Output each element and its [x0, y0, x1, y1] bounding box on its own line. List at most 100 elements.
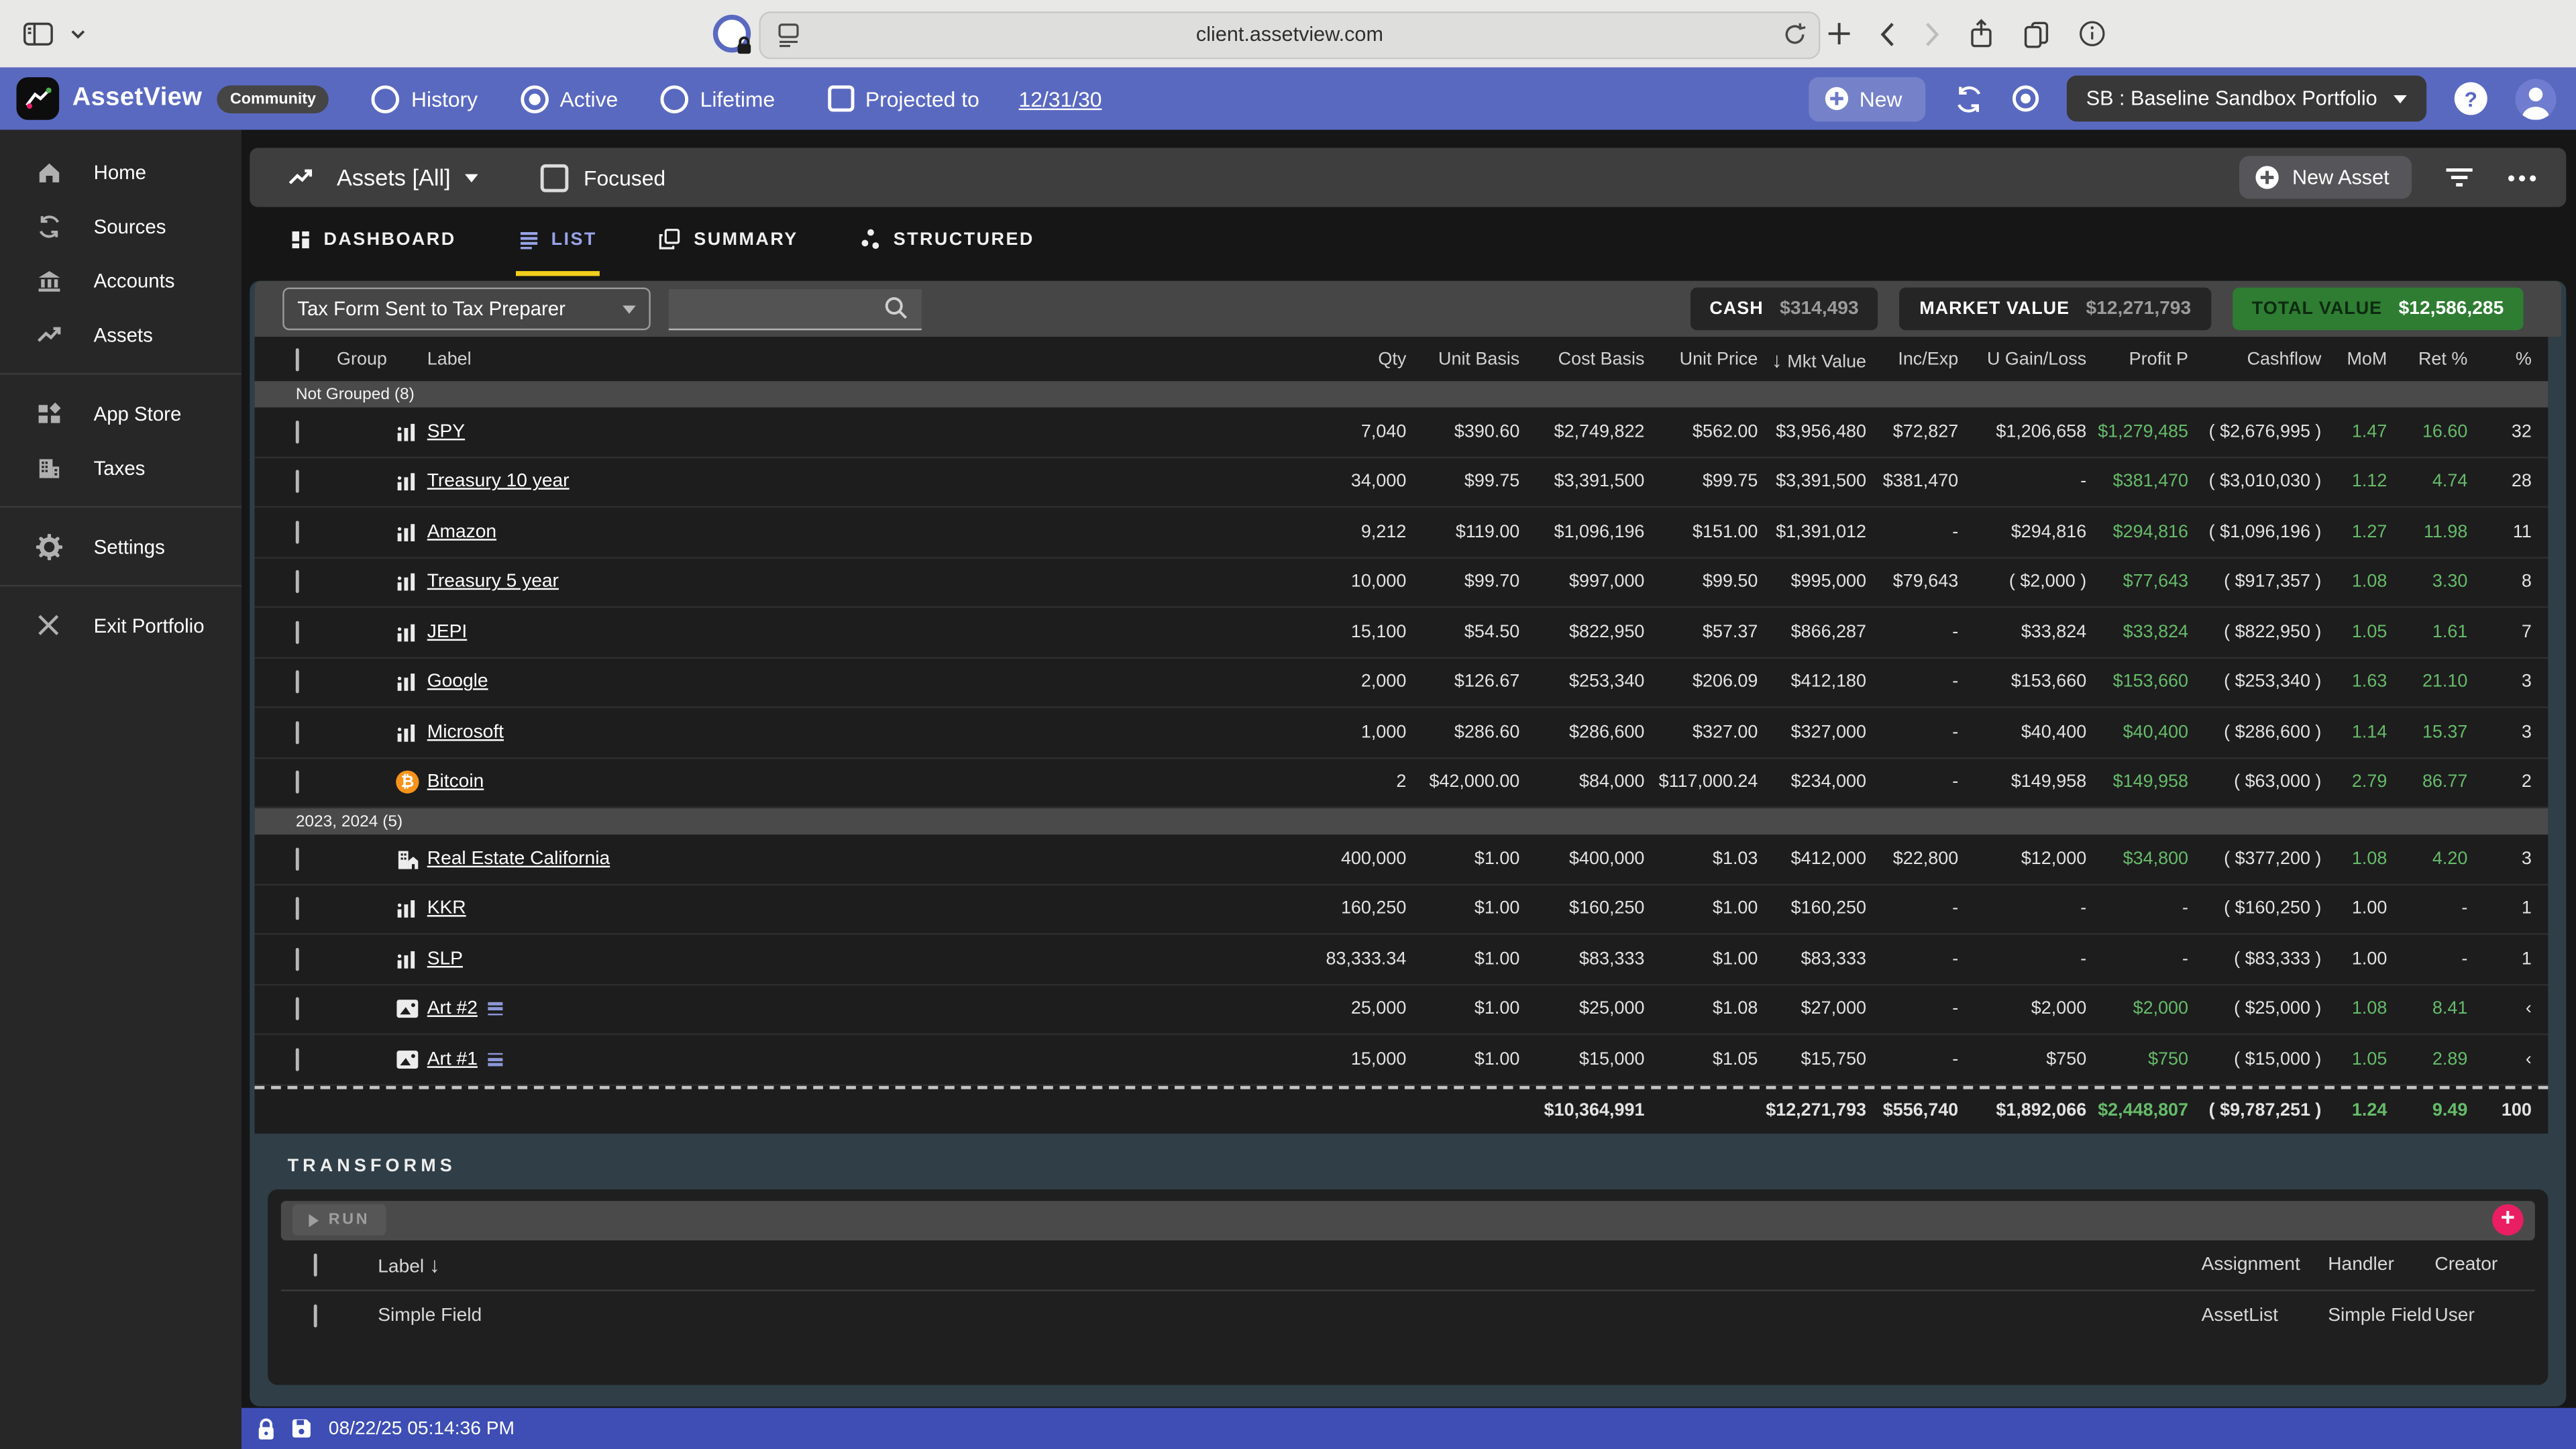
sidebar-item-accounts[interactable]: Accounts — [0, 253, 241, 307]
tab-list[interactable]: LIST — [515, 207, 600, 276]
asset-link[interactable]: Google — [427, 672, 488, 692]
asset-link[interactable]: Real Estate California — [427, 849, 610, 869]
sidebar-item-taxes[interactable]: Taxes — [0, 440, 241, 494]
table-row[interactable]: Art #1 15,000$1.00$15,000$1.05$15,750-$7… — [255, 1035, 2548, 1085]
asset-link[interactable]: Art #1 — [427, 1049, 502, 1069]
col-qty[interactable]: Qty — [1378, 349, 1406, 368]
col-creator[interactable]: Creator — [2434, 1254, 2498, 1274]
radio-unchecked-icon[interactable] — [372, 85, 400, 113]
portfolio-select[interactable]: SB : Baseline Sandbox Portfolio — [2066, 76, 2426, 122]
toolbar-chevron-down-icon[interactable] — [70, 29, 85, 39]
table-row[interactable]: Art #2 25,000$1.00$25,000$1.08$27,000-$2… — [255, 985, 2548, 1035]
asset-link[interactable]: SPY — [427, 422, 465, 441]
col-profit-p[interactable]: Profit P — [2129, 349, 2188, 368]
table-row[interactable]: KKR160,250$1.00$160,250$1.00$160,250---(… — [255, 885, 2548, 935]
col-mom[interactable]: MoM — [2347, 349, 2387, 368]
col-label[interactable]: Label — [427, 349, 472, 368]
asset-link[interactable]: Art #2 — [427, 1000, 502, 1019]
save-icon[interactable] — [290, 1417, 312, 1439]
row-checkbox[interactable] — [296, 1048, 299, 1071]
chevron-down-icon[interactable] — [466, 173, 479, 181]
radio-checked-icon[interactable] — [521, 85, 549, 113]
col-ret[interactable]: Ret % — [2418, 349, 2467, 368]
new-asset-button[interactable]: New Asset — [2240, 156, 2412, 199]
group-header[interactable]: 2023, 2024 (5) — [255, 808, 2548, 835]
select-all-checkbox[interactable] — [314, 1252, 317, 1275]
new-button[interactable]: New — [1809, 76, 1925, 121]
sync-icon[interactable] — [1953, 83, 1984, 115]
row-checkbox[interactable] — [296, 621, 299, 643]
sidebar-item-sources[interactable]: Sources — [0, 199, 241, 253]
tab-dashboard[interactable]: DASHBOARD — [288, 207, 460, 276]
col-u-gain-loss[interactable]: U Gain/Loss — [1987, 349, 2086, 368]
row-checkbox[interactable] — [296, 947, 299, 970]
table-row[interactable]: Real Estate California400,000$1.00$400,0… — [255, 835, 2548, 885]
table-row[interactable]: Microsoft1,000$286.60$286,600$327.00$327… — [255, 708, 2548, 759]
view-target-icon[interactable] — [2012, 85, 2039, 111]
add-transform-button[interactable]: + — [2492, 1204, 2524, 1236]
table-row[interactable]: SPY7,040$390.60$2,749,822$562.00$3,956,4… — [255, 407, 2548, 458]
col-label[interactable]: Label ↓ — [378, 1252, 440, 1277]
asset-link[interactable]: Amazon — [427, 522, 496, 541]
help-icon[interactable]: ? — [2455, 82, 2487, 115]
filter-icon[interactable] — [2445, 168, 2475, 187]
sidebar-item-settings[interactable]: Settings — [0, 519, 241, 574]
asset-link[interactable]: KKR — [427, 899, 466, 918]
col-unit-basis[interactable]: Unit Basis — [1438, 349, 1519, 368]
select-all-checkbox[interactable] — [296, 347, 299, 370]
row-checkbox[interactable] — [296, 720, 299, 743]
table-row[interactable]: SLP83,333.34$1.00$83,333$1.00$83,333---(… — [255, 934, 2548, 985]
search-input[interactable] — [669, 288, 922, 329]
app-logo-icon[interactable] — [16, 77, 59, 120]
forward-icon[interactable] — [1924, 21, 1940, 47]
sidebar-toggle-icon[interactable] — [23, 21, 54, 47]
table-row[interactable]: Treasury 5 year10,000$99.70$997,000$99.5… — [255, 557, 2548, 608]
col-cost-basis[interactable]: Cost Basis — [1558, 349, 1645, 368]
asset-link[interactable]: Treasury 10 year — [427, 472, 570, 491]
url-text[interactable]: client.assetview.com — [761, 13, 1819, 58]
col-handler[interactable]: Handler — [2328, 1254, 2394, 1274]
asset-link[interactable]: Bitcoin — [427, 773, 484, 792]
col-group[interactable]: Group — [337, 349, 387, 368]
projected-date-link[interactable]: 12/31/30 — [1019, 87, 1102, 111]
tab-structured[interactable]: STRUCTURED — [857, 207, 1038, 276]
focused-checkbox[interactable] — [541, 164, 569, 192]
mode-active[interactable]: Active — [521, 85, 618, 113]
sidebar-item-app-store[interactable]: App Store — [0, 386, 241, 441]
row-checkbox[interactable] — [296, 847, 299, 870]
radio-unchecked-icon[interactable] — [661, 85, 689, 113]
table-row[interactable]: Amazon9,212$119.00$1,096,196$151.00$1,39… — [255, 508, 2548, 558]
share-icon[interactable] — [1968, 18, 1994, 50]
asset-link[interactable]: Microsoft — [427, 722, 504, 742]
col-assignment[interactable]: Assignment — [2202, 1254, 2300, 1274]
row-checkbox[interactable] — [296, 998, 299, 1020]
asset-link[interactable]: JEPI — [427, 623, 468, 642]
url-bar[interactable]: client.assetview.com — [759, 11, 1820, 59]
tabs-copy-icon[interactable] — [2023, 19, 2051, 48]
mode-history[interactable]: History — [372, 85, 478, 113]
col-unit-price[interactable]: Unit Price — [1680, 349, 1758, 368]
group-header[interactable]: Not Grouped (8) — [255, 381, 2548, 407]
table-row[interactable]: ₿Bitcoin2$42,000.00$84,000$117,000.24$23… — [255, 758, 2548, 808]
reload-icon[interactable] — [1782, 21, 1807, 48]
tab-summary[interactable]: SUMMARY — [656, 207, 802, 276]
col-inc-exp[interactable]: Inc/Exp — [1898, 349, 1958, 368]
transform-label[interactable]: Simple Field — [378, 1305, 482, 1325]
view-title[interactable]: Assets [All] — [337, 164, 451, 191]
checkbox-unchecked-icon[interactable] — [828, 85, 854, 111]
table-row[interactable]: JEPI15,100$54.50$822,950$57.37$866,287-$… — [255, 608, 2548, 658]
more-options-icon[interactable]: ••• — [2508, 165, 2540, 190]
table-row[interactable]: Treasury 10 year34,000$99.75$3,391,500$9… — [255, 458, 2548, 508]
col-cashflow[interactable]: Cashflow — [2247, 349, 2322, 368]
run-button[interactable]: RUN — [292, 1204, 386, 1236]
new-tab-icon[interactable] — [1827, 21, 1851, 46]
col-pct[interactable]: % — [2516, 349, 2532, 368]
mode-lifetime[interactable]: Lifetime — [661, 85, 775, 113]
sidebar-item-exit-portfolio[interactable]: Exit Portfolio — [0, 598, 241, 652]
transform-row[interactable]: Simple Field AssetList Simple Field User — [281, 1291, 2535, 1340]
projected-to-toggle[interactable]: Projected to — [828, 85, 979, 111]
col-mkt-value[interactable]: ↓ Mkt Value — [1772, 347, 1866, 372]
row-checkbox[interactable] — [296, 771, 299, 794]
sidebar-item-assets[interactable]: Assets — [0, 307, 241, 362]
back-icon[interactable] — [1880, 21, 1896, 47]
